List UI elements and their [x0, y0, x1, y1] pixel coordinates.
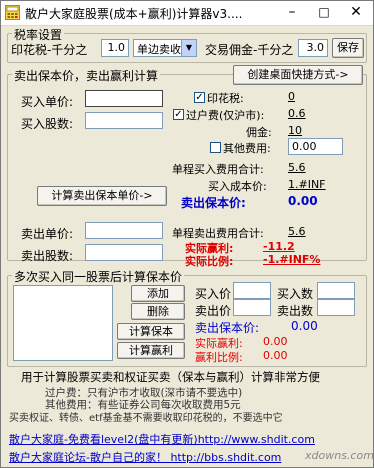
transfer-fee-label: 过户费(仅沪市):	[186, 109, 265, 122]
buy-cost-label: 买入成本价:	[208, 180, 267, 193]
close-button[interactable]: ✕	[341, 1, 371, 25]
delete-button[interactable]: 删除	[131, 303, 185, 320]
sell-shares-input[interactable]	[85, 244, 163, 261]
multi-buy-price-input[interactable]	[233, 282, 271, 299]
single-sell-total-label: 单程卖出费用合计:	[172, 227, 264, 240]
app-icon	[5, 5, 20, 20]
actual-ratio-label: 实际比例:	[185, 255, 234, 268]
create-shortcut-button[interactable]: 创建桌面快捷方式->	[233, 65, 363, 85]
transfer-fee-value: 0.6	[288, 107, 306, 120]
commission-rate-input[interactable]: 3.0	[298, 39, 328, 57]
other-fee-label: 其他费用:	[223, 142, 271, 155]
forum-link[interactable]: 散户大家庭论坛-散户自己的家！ http://bbs.shdit.com	[9, 449, 281, 465]
multi-sell-count-input[interactable]	[317, 299, 355, 316]
multi-buy-count-input[interactable]	[317, 282, 355, 299]
buy-shares-label: 买入股数:	[21, 117, 74, 131]
actual-profit-value: -11.2	[263, 240, 295, 253]
calc-break-even-button[interactable]: 计算卖出保本单价->	[37, 186, 167, 206]
buy-records-list[interactable]	[13, 285, 113, 361]
stamp-tax-checkbox[interactable]: ✓	[194, 92, 205, 103]
commission-rate-label: 交易佣金-千分之	[205, 43, 294, 57]
multi-break-even-label: 卖出保本价:	[195, 321, 260, 335]
commission-value: 10	[288, 124, 302, 137]
chevron-down-icon[interactable]: ▼	[181, 40, 196, 56]
sell-price-label: 卖出单价:	[21, 227, 74, 241]
single-buy-total-label: 单程买入费用合计:	[172, 163, 264, 176]
sell-shares-label: 卖出股数:	[21, 249, 74, 263]
footer-note-warrant: 买卖权证、转债、etf基金基不需要收取印花税的，不要选中它	[9, 413, 283, 424]
multi-break-even-value: 0.00	[291, 319, 318, 333]
multi-buy-price-label: 买入价	[195, 287, 232, 301]
stamp-mode-value: 单边卖收	[137, 43, 181, 56]
break-even-value: 0.00	[288, 194, 318, 208]
multi-calc-break-even-button[interactable]: 计算保本	[117, 323, 185, 340]
watermark-text: xdowns.com	[305, 449, 374, 462]
multi-buy-count-label: 买入数	[277, 287, 314, 301]
multi-sell-price-input[interactable]	[233, 299, 271, 316]
minimize-button[interactable]: –	[277, 1, 307, 25]
sell-price-input[interactable]	[85, 222, 163, 239]
multi-buy-legend: 多次买入同一股票后计算保本价	[12, 268, 185, 285]
multi-calc-profit-button[interactable]: 计算赢利	[117, 342, 185, 359]
title-bar[interactable]: 散户大家庭股票(成本+赢利)计算器v3.... – □ ✕	[1, 1, 373, 26]
break-even-label: 卖出保本价:	[181, 196, 246, 210]
add-button[interactable]: 添加	[131, 285, 185, 302]
stamp-tax-value: 0	[288, 90, 295, 103]
stamp-mode-select[interactable]: 单边卖收 ▼	[133, 39, 197, 57]
commission-label: 佣金:	[246, 126, 272, 139]
sell-calc-legend: 卖出保本价，卖出赢利计算	[12, 67, 161, 84]
actual-ratio-value: -1.#INF%	[263, 253, 321, 266]
transfer-fee-checkbox[interactable]: ✓	[173, 109, 184, 120]
footer-headline: 用于计算股票买卖和权证买卖（保本与赢利）计算非常方便	[21, 370, 320, 384]
buy-shares-input[interactable]	[85, 112, 163, 129]
multi-actual-profit-value: 0.00	[263, 335, 288, 348]
buy-price-input[interactable]	[85, 90, 163, 107]
single-sell-total-value: 5.6	[288, 225, 306, 238]
level2-link[interactable]: 散户大家庭-免费看level2(盘中有更新)http://www.shdit.c…	[9, 431, 315, 447]
stamp-tax-label: 印花税:	[207, 92, 244, 105]
multi-sell-price-label: 卖出价	[195, 304, 232, 318]
other-fee-checkbox[interactable]	[210, 142, 221, 153]
buy-cost-value: 1.#INF	[288, 178, 326, 191]
multi-actual-ratio-label: 赢利比例:	[195, 351, 243, 364]
other-fee-input[interactable]: 0.00	[288, 138, 343, 155]
stamp-rate-label: 印花税-千分之	[11, 43, 88, 57]
multi-actual-ratio-value: 0.00	[263, 349, 288, 362]
buy-price-label: 买入单价:	[21, 95, 74, 109]
multi-sell-count-label: 卖出数	[277, 304, 314, 318]
window-title: 散户大家庭股票(成本+赢利)计算器v3....	[25, 7, 243, 21]
save-button[interactable]: 保存	[332, 38, 364, 58]
single-buy-total-value: 5.6	[288, 161, 306, 174]
stamp-rate-input[interactable]: 1.0	[101, 39, 129, 57]
maximize-button[interactable]: □	[309, 1, 339, 25]
calculator-window: 散户大家庭股票(成本+赢利)计算器v3.... – □ ✕ 税率设置 印花税-千…	[0, 0, 374, 468]
